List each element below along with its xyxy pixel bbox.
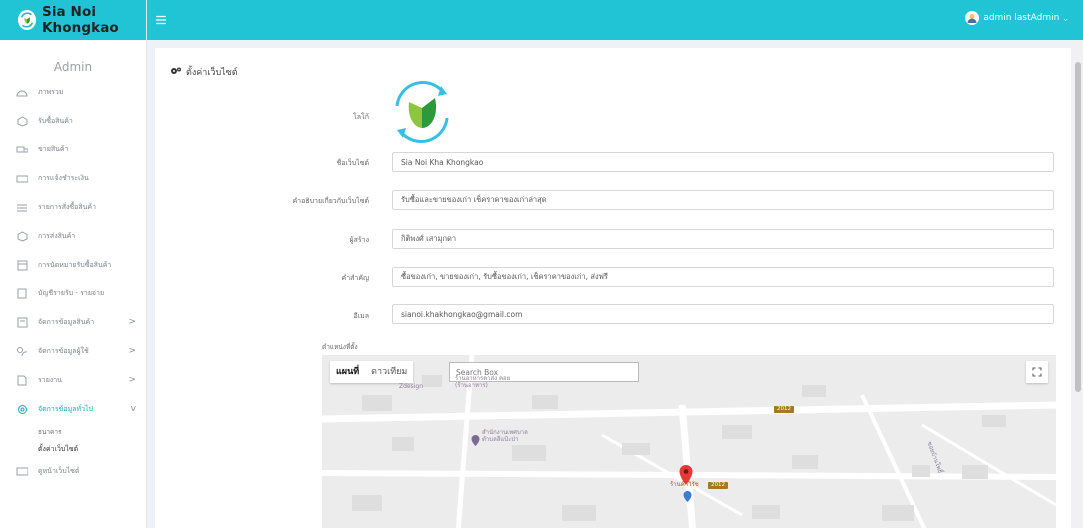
logo-label: โลโก้ — [352, 113, 369, 121]
avatar-icon — [965, 11, 980, 25]
report-icon — [16, 375, 28, 386]
sidebar-item-overview[interactable]: ภาพรวม — [0, 78, 146, 107]
location-label: ตำแหน่งที่ตั้ง — [322, 343, 358, 351]
submenu-item-bank[interactable]: ธนาคาร — [38, 424, 146, 441]
tab-map[interactable]: แผนที่ — [330, 361, 365, 383]
keywords-label: คำสำคัญ — [341, 274, 369, 282]
brand-name: Sia Noi Khongkao — [42, 4, 119, 36]
app-root: Sia Noi Khongkao Admin ภาพรวม รับซื้อสิน… — [0, 0, 1083, 528]
chevron-down-icon: ⌄ — [1062, 13, 1069, 23]
users-icon — [16, 347, 28, 357]
creator-input[interactable] — [392, 229, 1054, 249]
sidebar-item-label: จัดการข้อมูลทั่วไป — [38, 404, 93, 413]
hamburger-icon[interactable] — [155, 11, 167, 25]
sidebar-item-label: ขายสินค้า — [38, 145, 69, 154]
map-type-tabs: แผนที่ ดาวเทียม — [330, 361, 414, 383]
map-place-shop: ร้านอาหารตาส่ง คอย (ร้านอาหาร) — [455, 375, 511, 389]
sidebar-item-label: รับซื้อสินค้า — [38, 116, 73, 125]
monitor-icon — [16, 467, 28, 477]
topbar: admin lastAdmin ⌄ — [147, 0, 1083, 40]
ledger-icon — [16, 288, 28, 299]
sidebar-menu-bottom: ดูหน้าเว็บไซต์ — [0, 458, 146, 487]
sidebar-item-users[interactable]: จัดการข้อมูลผู้ใช้ > — [0, 337, 146, 366]
chevron-right-icon: > — [128, 346, 136, 357]
email-input[interactable] — [392, 304, 1054, 324]
submenu-item-site-settings[interactable]: ตั้งค่าเว็บไซต์ — [38, 441, 146, 458]
scrollbar-thumb[interactable] — [1075, 62, 1081, 392]
map-place-office: สำนักงานเทศบาล ตำบลสีแป้ะป่า — [482, 429, 528, 443]
settings-panel: ตั้งค่าเว็บไซต์ โลโก้ ชื่อเว็บไซต์ คำอธิ… — [155, 48, 1071, 528]
sidebar-item-label: การส่งสินค้า — [38, 231, 76, 240]
product-icon — [16, 317, 28, 328]
sidebar-item-label: ดูหน้าเว็บไซต์ — [38, 467, 80, 476]
payment-icon — [16, 174, 28, 184]
user-name: admin lastAdmin — [983, 13, 1060, 23]
email-label: อีเมล — [353, 312, 369, 320]
map-poi-icon — [471, 431, 480, 450]
fullscreen-icon[interactable] — [1026, 361, 1048, 383]
keywords-input[interactable] — [392, 267, 1054, 287]
package-icon — [16, 231, 28, 242]
page-title-text: ตั้งค่าเว็บไซต์ — [186, 68, 238, 78]
sidebar-item-label: รายการสั่งซื้อสินค้า — [38, 203, 97, 212]
road-number-badge: 2012 — [774, 406, 794, 413]
sidebar-item-label: จัดการข้อมูลสินค้า — [38, 318, 95, 327]
sidebar: Sia Noi Khongkao Admin ภาพรวม รับซื้อสิน… — [0, 0, 147, 528]
sidebar-item-sell[interactable]: ขายสินค้า — [0, 136, 146, 165]
sidebar-item-payment[interactable]: การแจ้งชำระเงิน — [0, 164, 146, 193]
role-label: Admin — [53, 60, 93, 74]
dashboard-icon — [16, 87, 28, 97]
page-title: ตั้งค่าเว็บไซต์ — [170, 65, 238, 79]
location-map[interactable]: แผนที่ ดาวเทียม Zdesign ร้านอาหารตาส่ง ค… — [322, 355, 1056, 528]
tab-satellite[interactable]: ดาวเทียม — [365, 361, 413, 383]
sidebar-item-label: รายงาน — [38, 375, 62, 384]
sidebar-item-shipping[interactable]: การส่งสินค้า — [0, 222, 146, 251]
sidebar-item-label: การแจ้งชำระเงิน — [38, 174, 89, 183]
sidebar-menu: ภาพรวม รับซื้อสินค้า ขายสินค้า การแจ้งชำ… — [0, 78, 146, 424]
sidebar-item-orders[interactable]: รายการสั่งซื้อสินค้า — [0, 193, 146, 222]
creator-label: ผู้สร้าง — [349, 236, 369, 244]
sidebar-item-label: การนัดหมายรับซื้อสินค้า — [38, 260, 112, 269]
site-name-label: ชื่อเว็บไซต์ — [336, 159, 369, 167]
sidebar-item-reports[interactable]: รายงาน > — [0, 366, 146, 395]
chevron-right-icon: > — [128, 374, 136, 385]
box-icon — [16, 116, 28, 127]
sidebar-item-label: บัญชีรายรับ - รายจ่าย — [38, 289, 105, 298]
sidebar-item-general[interactable]: จัดการข้อมูลทั่วไป v — [0, 395, 146, 424]
page-scrollbar[interactable] — [1073, 40, 1083, 528]
calendar-icon — [16, 260, 28, 271]
sidebar-item-label: ภาพรวม — [38, 87, 64, 96]
brand[interactable]: Sia Noi Khongkao — [0, 0, 146, 40]
site-name-input[interactable] — [392, 152, 1054, 172]
site-logo-image[interactable] — [387, 78, 457, 146]
list-icon — [16, 203, 28, 213]
brand-logo-icon — [18, 10, 36, 30]
description-input[interactable] — [392, 190, 1054, 210]
chevron-down-icon: v — [130, 403, 136, 414]
map-place-zdesign: Zdesign — [399, 383, 424, 390]
sidebar-item-appointments[interactable]: การนัดหมายรับซื้อสินค้า — [0, 251, 146, 280]
road-number-badge: 2012 — [708, 482, 728, 489]
description-label: คำอธิบายเกี่ยวกับเว็บไซต์ — [292, 197, 370, 205]
sidebar-item-label: จัดการข้อมูลผู้ใช้ — [38, 347, 89, 356]
chevron-right-icon: > — [128, 317, 136, 328]
user-menu[interactable]: admin lastAdmin ⌄ — [965, 11, 1069, 25]
map-shop-icon — [683, 487, 692, 506]
sidebar-submenu: ธนาคาร ตั้งค่าเว็บไซต์ — [0, 424, 146, 458]
sidebar-item-products[interactable]: จัดการข้อมูลสินค้า > — [0, 308, 146, 337]
settings-icon — [16, 404, 28, 414]
cogs-icon — [170, 66, 182, 79]
sidebar-item-ledger[interactable]: บัญชีรายรับ - รายจ่าย — [0, 280, 146, 309]
sidebar-item-buy[interactable]: รับซื้อสินค้า — [0, 107, 146, 136]
truck-icon — [16, 145, 28, 155]
sidebar-item-view-site[interactable]: ดูหน้าเว็บไซต์ — [0, 458, 146, 487]
